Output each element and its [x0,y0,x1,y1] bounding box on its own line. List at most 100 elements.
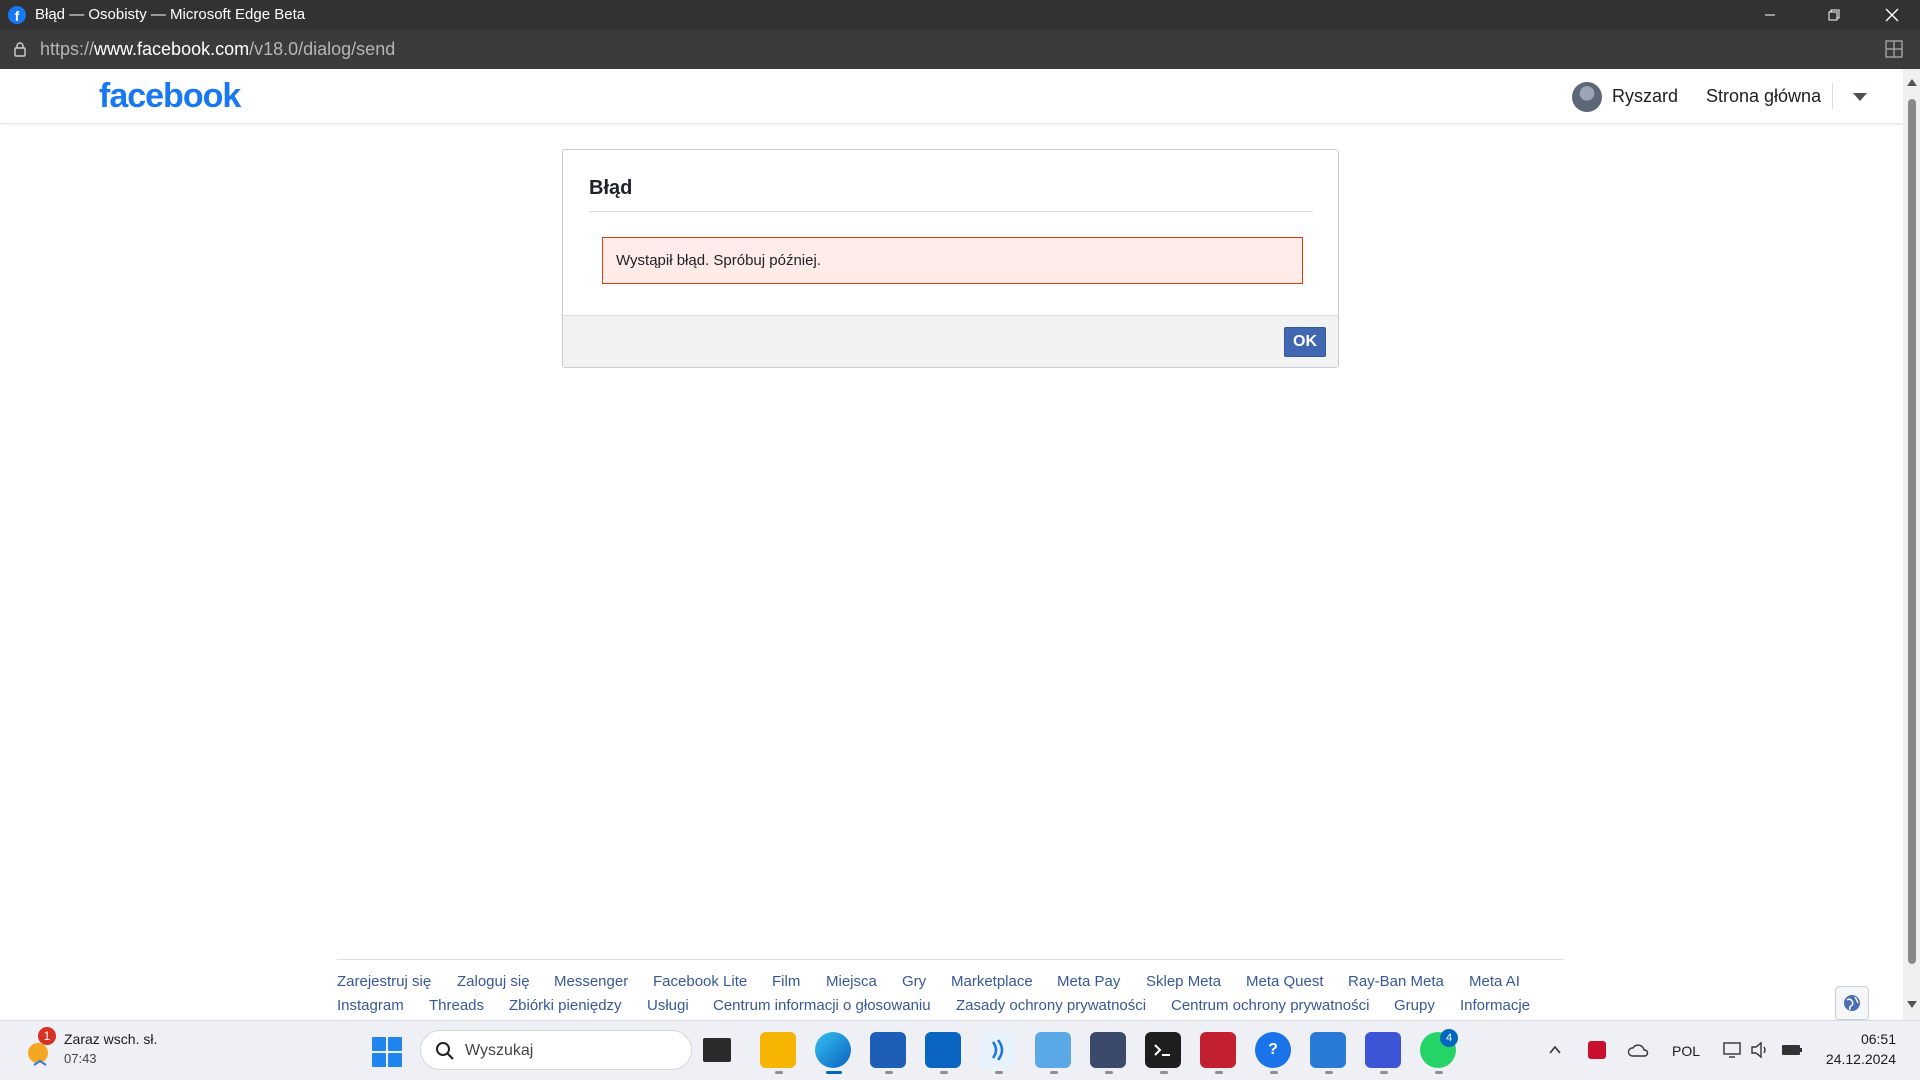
facebook-favicon-icon: f [8,5,26,24]
volume-icon[interactable] [1750,1041,1770,1059]
network-icon[interactable] [1722,1041,1744,1059]
taskbar-search[interactable]: Wyszukaj [420,1030,692,1070]
running-indicator [1160,1071,1168,1074]
battery-icon[interactable] [1780,1042,1804,1058]
minimize-button[interactable] [1742,0,1798,29]
facebook-logo[interactable]: facebook [99,77,241,116]
window-title: Błąd — Osobisty — Microsoft Edge Beta [35,6,306,23]
home-link[interactable]: Strona główna [1706,86,1821,107]
footer-link[interactable]: Meta AI [1469,973,1520,990]
footer-link[interactable]: Sklep Meta [1146,973,1221,990]
running-indicator [1215,1071,1223,1074]
language-indicator[interactable]: POL [1672,1043,1700,1059]
photos-icon[interactable] [1310,1032,1346,1068]
error-message: Wystąpił błąd. Spróbuj później. [616,252,821,269]
footer-link[interactable]: Zaloguj się [457,973,530,990]
footer-link[interactable]: Usługi [647,997,689,1014]
weather-time: 07:43 [64,1051,97,1066]
footer-link[interactable]: Centrum ochrony prywatności [1171,997,1369,1014]
footer-link[interactable]: Instagram [337,997,404,1014]
windows-logo-tile [372,1037,386,1051]
footer-link[interactable]: Miejsca [826,973,877,990]
language-button[interactable] [1835,986,1869,1020]
edge-browser-icon[interactable] [815,1032,851,1068]
app-available-icon[interactable] [1884,39,1904,59]
weather-notification-badge: 1 [38,1027,56,1045]
remote-desktop-icon[interactable] [1035,1032,1071,1068]
dialog-title: Błąd [589,177,633,199]
globe-icon [1844,995,1860,1011]
running-indicator [1435,1071,1443,1074]
footer-link[interactable]: Meta Pay [1057,973,1120,990]
clock-date[interactable]: 24.12.2024 [1826,1051,1896,1067]
task-view-icon[interactable] [703,1038,731,1062]
account-dropdown-icon[interactable] [1853,93,1867,101]
footer-link[interactable]: Meta Quest [1246,973,1324,990]
ok-button[interactable]: OK [1284,327,1326,357]
windows-logo-tile [388,1037,402,1051]
footer-link[interactable]: Grupy [1394,997,1435,1014]
footer-link[interactable]: Gry [902,973,926,990]
footer-link[interactable]: Messenger [554,973,628,990]
dialog-footer: OK [563,315,1338,367]
file-explorer-icon[interactable] [760,1032,796,1068]
running-indicator [1270,1071,1278,1074]
error-dialog: Błąd Wystąpił błąd. Spróbuj później. OK [562,149,1339,368]
close-window-button[interactable] [1864,0,1920,29]
whatsapp-notification-badge: 4 [1440,1029,1458,1047]
footer-link[interactable]: Threads [429,997,484,1014]
minimize-icon [1765,14,1775,15]
onedrive-cloud-icon[interactable] [1627,1042,1649,1058]
footer-link[interactable]: Zarejestruj się [337,973,431,990]
restore-icon [1828,9,1840,20]
running-indicator [1105,1071,1113,1074]
running-indicator [885,1071,893,1074]
microsoft-store-icon[interactable] [870,1032,906,1068]
terminal-icon[interactable] [1145,1032,1181,1068]
footer-divider [337,959,1564,960]
page-scrollbar[interactable] [1903,69,1920,1020]
browser-title-bar: f Błąd — Osobisty — Microsoft Edge Beta [0,0,1920,29]
address-bar[interactable]: https://www.facebook.com/v18.0/dialog/se… [0,29,1920,69]
windows-logo-tile [372,1053,386,1067]
pdf-reader-icon[interactable] [1200,1032,1236,1068]
help-icon[interactable]: ? [1255,1032,1291,1068]
virtualbox-icon[interactable] [1090,1032,1126,1068]
dialog-divider [589,211,1313,212]
restore-button[interactable] [1806,0,1862,29]
running-indicator [1380,1071,1388,1074]
show-hidden-icons-chevron-icon[interactable] [1548,1043,1562,1057]
tray-app-icon[interactable] [1588,1041,1606,1059]
scroll-down-arrow-icon[interactable] [1907,1001,1917,1008]
running-indicator [1325,1071,1333,1074]
footer-link[interactable]: Marketplace [951,973,1033,990]
url-text[interactable]: https://www.facebook.com/v18.0/dialog/se… [40,39,395,60]
scroll-up-arrow-icon[interactable] [1907,79,1917,86]
avatar[interactable] [1572,82,1602,112]
audio-app-icon[interactable] [980,1032,1016,1068]
search-placeholder: Wyszukaj [465,1042,534,1059]
footer-link[interactable]: Facebook Lite [653,973,747,990]
lock-icon [14,42,26,57]
running-indicator [995,1071,1003,1074]
header-divider [1832,83,1833,109]
start-button[interactable] [372,1037,402,1067]
sound-waves-icon [991,1039,1004,1061]
save-disk-icon[interactable] [1365,1032,1401,1068]
facebook-header: facebook Ryszard Strona główna [0,69,1903,124]
footer-link[interactable]: Zasady ochrony prywatności [956,997,1146,1014]
running-indicator [940,1071,948,1074]
close-icon [1885,8,1899,21]
profile-link[interactable]: Ryszard [1612,86,1678,107]
footer-link[interactable]: Informacje [1460,997,1530,1014]
outlook-icon[interactable] [925,1032,961,1068]
footer-link[interactable]: Zbiórki pieniędzy [509,997,622,1014]
footer-link[interactable]: Film [772,973,800,990]
scroll-thumb[interactable] [1908,99,1916,964]
footer-link[interactable]: Ray-Ban Meta [1348,973,1444,990]
search-icon [436,1042,454,1060]
footer-link[interactable]: Centrum informacji o głosowaniu [713,997,931,1014]
clock-time[interactable]: 06:51 [1861,1031,1896,1047]
weather-text[interactable]: Zaraz wsch. sł. [64,1031,157,1047]
error-message-box: Wystąpił błąd. Spróbuj później. [602,237,1303,284]
